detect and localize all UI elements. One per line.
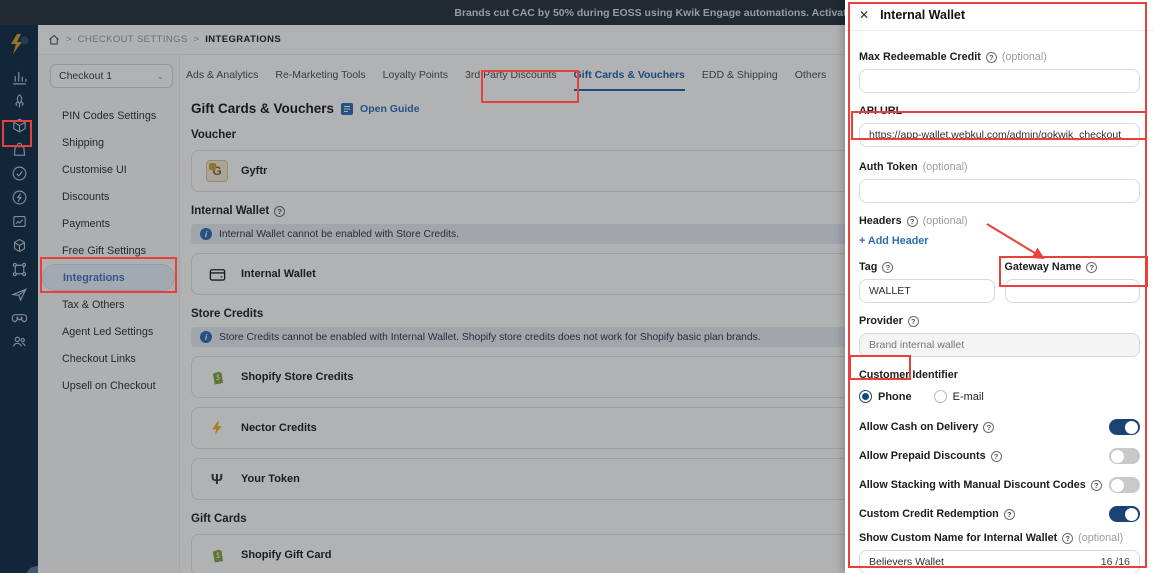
- headers-label: Headers ? (optional): [859, 215, 968, 227]
- add-header-link[interactable]: + Add Header: [859, 235, 1140, 247]
- app-window: Brands cut CAC by 50% during EOSS using …: [0, 0, 1154, 573]
- help-icon[interactable]: ?: [1003, 508, 1015, 520]
- radio-dot: [933, 390, 947, 403]
- gateway-name-input[interactable]: [1004, 279, 1140, 303]
- cod-toggle[interactable]: [1109, 419, 1140, 435]
- help-icon[interactable]: ?: [985, 51, 997, 63]
- prepaid-discounts-toggle[interactable]: [1109, 448, 1140, 464]
- api-url-label: API URL: [859, 105, 903, 117]
- internal-wallet-drawer: ✕ Internal Wallet Max Redeemable Credit …: [845, 0, 1154, 573]
- toggle-row-stacking: Allow Stacking with Manual Discount Code…: [859, 477, 1140, 493]
- radio-phone[interactable]: Phone: [859, 390, 912, 403]
- max-redeemable-input[interactable]: [859, 69, 1140, 93]
- tag-label: Tag ?: [859, 261, 995, 273]
- help-icon[interactable]: ?: [1090, 479, 1102, 491]
- api-url-input[interactable]: [859, 123, 1140, 147]
- help-icon[interactable]: ?: [990, 450, 1002, 462]
- radio-email[interactable]: E-mail: [933, 390, 984, 403]
- radio-dot: [859, 390, 872, 403]
- customer-identifier-label: Customer Identifier: [859, 369, 958, 381]
- toggle-row-custom-redemption: Custom Credit Redemption ?: [859, 506, 1140, 522]
- help-icon[interactable]: ?: [907, 315, 919, 327]
- char-counter: 16 /16: [1100, 556, 1130, 568]
- help-icon[interactable]: ?: [1062, 532, 1074, 544]
- custom-name-input[interactable]: Believers Wallet 16 /16: [859, 550, 1140, 573]
- toggle-row-cod: Allow Cash on Delivery ?: [859, 419, 1140, 435]
- help-icon[interactable]: ?: [906, 215, 918, 227]
- stacking-toggle[interactable]: [1109, 477, 1140, 493]
- auth-token-label: Auth Token (optional): [859, 161, 968, 173]
- custom-redemption-toggle[interactable]: [1109, 506, 1140, 522]
- custom-name-label: Show Custom Name for Internal Wallet ? (…: [859, 532, 1124, 544]
- close-icon[interactable]: ✕: [859, 8, 869, 22]
- tag-input[interactable]: [859, 279, 995, 303]
- gateway-name-label: Gateway Name ?: [1005, 261, 1141, 273]
- help-icon[interactable]: ?: [1086, 261, 1098, 273]
- help-icon[interactable]: ?: [882, 261, 894, 273]
- provider-label: Provider ?: [859, 315, 1140, 327]
- auth-token-input[interactable]: [859, 179, 1140, 203]
- provider-input: [859, 333, 1140, 357]
- drawer-title: Internal Wallet: [880, 8, 966, 22]
- help-icon[interactable]: ?: [983, 421, 995, 433]
- toggle-row-prepaid: Allow Prepaid Discounts ?: [859, 448, 1140, 464]
- max-redeemable-label: Max Redeemable Credit ? (optional): [859, 51, 1047, 63]
